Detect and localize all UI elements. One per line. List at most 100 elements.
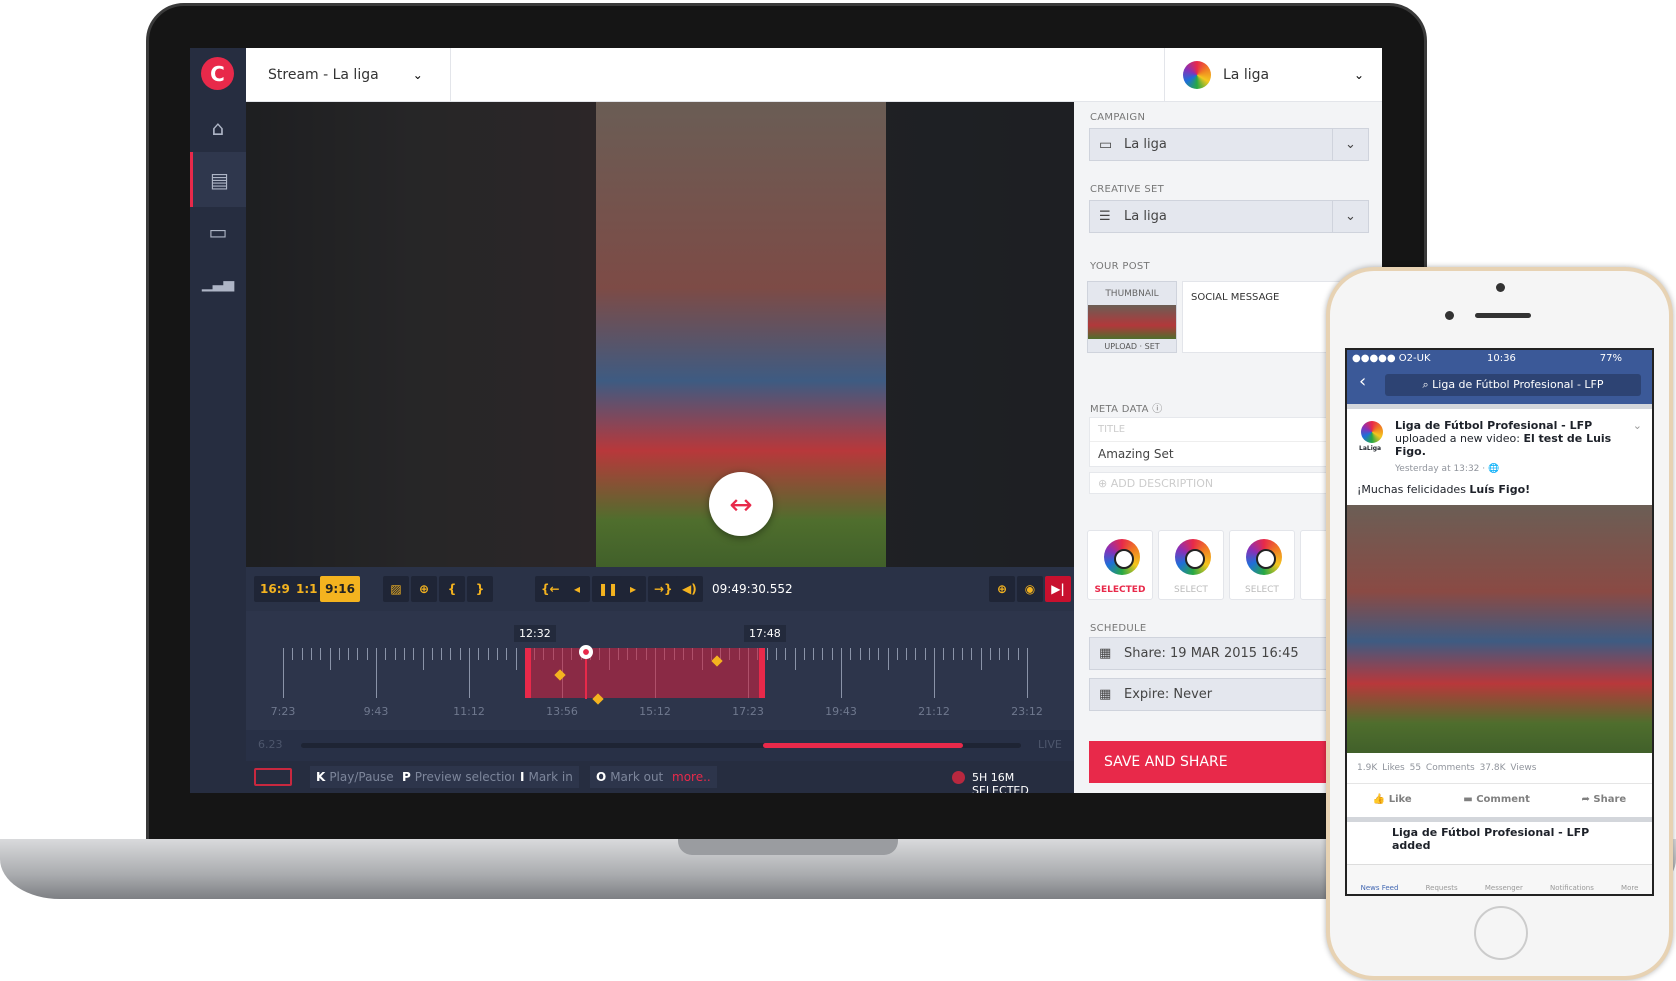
network-twitter-1[interactable]: SELECT [1158,530,1224,600]
timeline-label: 19:43 [825,705,857,718]
go-to-out-icon[interactable]: →} [648,576,679,602]
go-to-in-icon[interactable]: {← [535,576,566,602]
your-post-label: YOUR POST [1090,261,1150,272]
tab-news-feed[interactable]: News Feed [1361,884,1399,892]
zoom-icon[interactable]: ⊕ [989,576,1015,602]
volume-icon[interactable]: ◀) [676,576,703,602]
keyboard-icon[interactable] [254,768,292,786]
timeline-tick [450,648,452,660]
timeline-tick [915,648,917,660]
drag-handle-arrows-icon[interactable]: ↔ [709,472,773,536]
tab-more[interactable]: More [1621,884,1638,892]
chevron-down-icon: ⌄ [1332,129,1368,160]
timeline-tick [320,648,322,660]
app-logo[interactable]: C [201,57,234,90]
add-circle-icon[interactable]: ⊕ [411,576,437,602]
timeline-label: 9:43 [363,705,389,718]
carrier: ●●●●● O2-UK [1352,353,1431,364]
post-video-image[interactable] [1347,505,1652,753]
scrub-selection[interactable] [763,743,963,748]
timeline-tick [803,648,805,660]
set-button[interactable]: SET [1145,342,1160,351]
timeline-tick [924,648,926,660]
mark-out-bracket-icon[interactable]: } [467,576,493,602]
upload-button[interactable]: UPLOAD [1104,342,1137,351]
timeline-tick [961,648,963,660]
ratio-9-16-button[interactable]: 9:16 [320,576,360,602]
search-bar[interactable]: ⌕ Liga de Fútbol Profesional - LFP [1385,374,1641,396]
timeline-label: 15:12 [639,705,671,718]
league-selector[interactable]: La liga ⌄ [1164,48,1382,102]
timeline-label: 17:23 [732,705,764,718]
tab-messenger[interactable]: Messenger [1485,884,1523,892]
image-icon[interactable]: ▨ [383,576,409,602]
like-button[interactable]: 👍 Like [1373,794,1412,805]
step-forward-icon[interactable]: ▸ [620,576,646,602]
post-time: Yesterday at 13:32 · [1395,464,1488,474]
top-bar: Stream - La liga ⌄ La liga ⌄ [246,48,1382,102]
skip-live-icon[interactable]: ▶| [1045,576,1071,602]
mark-in-bracket-icon[interactable]: { [439,576,465,602]
comment-button[interactable]: ▬ Comment [1463,794,1530,805]
timeline-tick [376,648,377,698]
eye-icon[interactable]: ◉ [1017,576,1043,602]
selected-duration: 5H 16M SELECTED [972,771,1029,793]
stream-selector[interactable]: Stream - La liga ⌄ [246,48,451,102]
timeline-tick [989,648,991,660]
timeline-tick [850,648,852,660]
timecode: 09:49:30.552 [712,582,793,596]
scrub-bar[interactable]: 6.23 LIVE [246,730,1074,761]
shortcut-mark-in[interactable]: I Mark in [514,766,579,788]
timeline-tick [841,648,842,698]
campaign-select[interactable]: ▭ La liga ⌄ [1089,128,1369,161]
chevron-down-icon: ⌄ [1332,201,1368,232]
playhead-knob[interactable] [579,645,593,659]
post-author[interactable]: Liga de Fútbol Profesional - LFP [1395,419,1592,432]
timeline-label: 11:12 [453,705,485,718]
timeline-tick [338,648,340,660]
back-icon[interactable]: ‹ [1359,371,1366,392]
laliga-logo-icon [1183,61,1211,89]
shortcut-play-pause[interactable]: K Play/Pause [310,766,400,788]
timeline-tick [868,648,870,660]
bar-chart-icon[interactable]: ▁▃▅ [190,256,246,311]
timeline-tick [329,648,331,670]
timeline-tick [896,648,898,660]
timeline-tick [413,648,415,660]
timeline[interactable]: 12:32 17:48 7:23 9:43 11:12 13:56 15:12 17:23… [246,611,1074,730]
timeline-label: 7:23 [270,705,296,718]
timeline-tick [459,648,461,660]
tab-requests[interactable]: Requests [1426,884,1458,892]
folder-icon[interactable]: ▭ [190,204,246,259]
timeline-label: 21:12 [918,705,950,718]
video-preview[interactable]: ↔ [246,102,1074,567]
shortcut-preview[interactable]: P Preview selection [396,766,526,788]
timeline-tick [785,648,787,660]
scrub-start: 6.23 [258,738,283,751]
step-back-icon[interactable]: ◂ [564,576,590,602]
home-button[interactable] [1474,906,1528,960]
tab-notifications[interactable]: Notifications [1550,884,1594,892]
creative-set-select[interactable]: ☰ La liga ⌄ [1089,200,1369,233]
timeline-tick [952,648,954,660]
ratio-1-1-button[interactable]: 1:1 [290,576,324,602]
network-twitter-2[interactable]: SELECT [1229,530,1295,600]
shortcut-mark-out[interactable]: O Mark out [590,766,670,788]
scrub-live: LIVE [1038,738,1062,751]
mark-in-time: 12:32 [514,625,556,642]
folder-icon: ▭ [1099,136,1113,153]
share-button[interactable]: ➦ Share [1582,794,1627,805]
more-shortcuts-link[interactable]: more.. [666,766,717,788]
chevron-down-icon[interactable]: ⌄ [1633,419,1642,432]
timeline-tick [515,648,517,670]
timeline-tick [357,648,359,660]
clapperboard-icon[interactable]: ▤ [190,152,246,207]
timeline-tick [1027,648,1028,698]
timeline-tick [775,648,777,660]
laliga-avatar[interactable] [1361,421,1383,443]
network-facebook[interactable]: SELECTED [1087,530,1153,600]
home-icon[interactable]: ⌂ [190,100,246,155]
timeline-tick [496,648,498,660]
stream-selector-label: Stream - La liga [268,67,379,83]
thumbnail-box[interactable]: THUMBNAIL UPLOAD · SET [1087,281,1177,353]
